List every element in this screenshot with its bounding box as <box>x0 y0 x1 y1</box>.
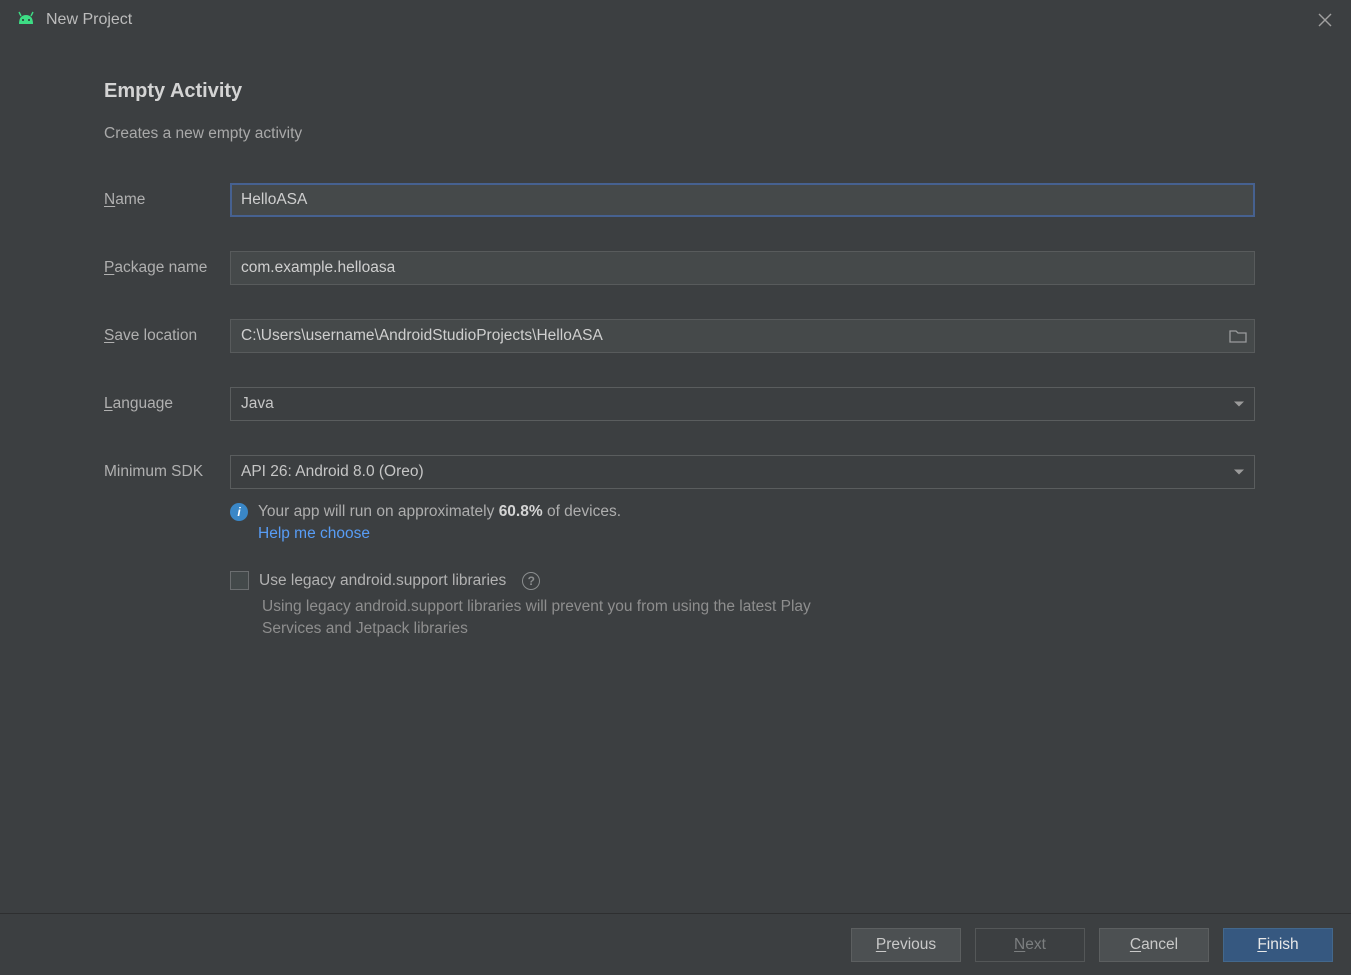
name-input[interactable] <box>230 183 1255 217</box>
label-min-sdk: Minimum SDK <box>104 463 230 481</box>
finish-button[interactable]: Finish <box>1223 928 1333 962</box>
language-value: Java <box>241 395 274 413</box>
previous-button[interactable]: Previous <box>851 928 961 962</box>
browse-folder-icon[interactable] <box>1227 325 1249 347</box>
row-name: Name <box>104 183 1255 217</box>
label-language: Language <box>104 395 230 413</box>
titlebar: New Project <box>0 0 1351 40</box>
sdk-info: i Your app will run on approximately 60.… <box>230 503 1255 543</box>
row-location: Save location <box>104 319 1255 353</box>
content-area: Empty Activity Creates a new empty activ… <box>0 40 1351 641</box>
page-subtitle: Creates a new empty activity <box>104 125 1255 143</box>
cancel-button[interactable]: Cancel <box>1099 928 1209 962</box>
help-icon[interactable]: ? <box>522 572 540 590</box>
legacy-checkbox[interactable] <box>230 571 249 590</box>
legacy-checkbox-row: Use legacy android.support libraries ? <box>230 571 1255 590</box>
bottom-bar: Previous Next Cancel Finish <box>0 913 1351 975</box>
row-min-sdk: Minimum SDK API 26: Android 8.0 (Oreo) <box>104 455 1255 489</box>
info-icon: i <box>230 503 248 521</box>
help-me-choose-link[interactable]: Help me choose <box>258 525 370 543</box>
min-sdk-value: API 26: Android 8.0 (Oreo) <box>241 463 424 481</box>
location-input[interactable] <box>230 319 1255 353</box>
legacy-checkbox-label: Use legacy android.support libraries <box>259 572 506 590</box>
package-input[interactable] <box>230 251 1255 285</box>
min-sdk-dropdown[interactable]: API 26: Android 8.0 (Oreo) <box>230 455 1255 489</box>
language-dropdown[interactable]: Java <box>230 387 1255 421</box>
label-package: Package name <box>104 259 230 277</box>
label-name: Name <box>104 191 230 209</box>
sdk-info-text: Your app will run on approximately 60.8%… <box>258 503 621 521</box>
close-icon[interactable] <box>1311 6 1339 34</box>
chevron-down-icon <box>1234 402 1244 407</box>
next-button: Next <box>975 928 1085 962</box>
row-language: Language Java <box>104 387 1255 421</box>
page-title: Empty Activity <box>104 80 1255 103</box>
android-icon <box>16 11 36 29</box>
label-location: Save location <box>104 327 230 345</box>
chevron-down-icon <box>1234 470 1244 475</box>
window-title: New Project <box>46 11 1311 29</box>
row-package: Package name <box>104 251 1255 285</box>
legacy-description: Using legacy android.support libraries w… <box>262 596 822 641</box>
